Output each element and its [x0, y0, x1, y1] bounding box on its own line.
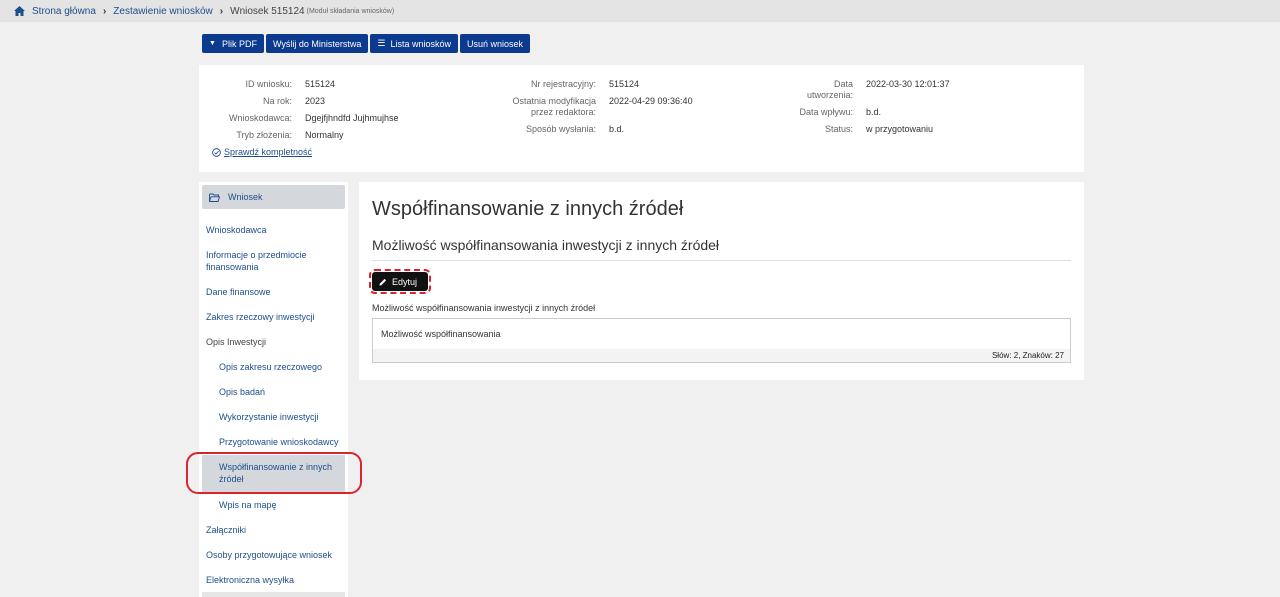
info-key: ID wniosku: [245, 79, 292, 89]
sidebar-item-applicant-preparation[interactable]: Przygotowanie wnioskodawcy [219, 436, 339, 448]
info-row-applicant: Wnioskodawca: Dgejfjhndfd Jujhmujhse [199, 113, 399, 124]
send-to-ministry-button[interactable]: Wyślij do Ministerstwa [265, 34, 369, 53]
info-key: Data utworzenia: [806, 79, 853, 100]
sidebar-item-preparers[interactable]: Osoby przygotowujące wniosek [206, 549, 332, 561]
info-key: Status: [824, 124, 853, 134]
info-value: b.d. [609, 124, 625, 134]
info-row-year: Na rok: 2023 [199, 96, 399, 107]
field-value: Możliwość współfinansowania [381, 329, 501, 339]
section-title: Możliwość współfinansowania inwestycji z… [372, 237, 720, 253]
pencil-icon [379, 278, 387, 285]
info-value: w przygotowaniu [866, 124, 934, 134]
field-label: Możliwość współfinansowania inwestycji z… [372, 303, 596, 313]
info-value: Dgejfjhndfd Jujhmujhse [305, 113, 399, 123]
breadcrumb-separator-icon: › [102, 5, 107, 17]
sidebar-nav: Wniosek Wnioskodawca Informacje o przedm… [199, 182, 348, 597]
edit-button[interactable]: Edytuj [369, 269, 431, 294]
sidebar-item-financial-data[interactable]: Dane finansowe [206, 286, 271, 298]
info-column-1: ID wniosku: 515124 Na rok: 2023 Wnioskodaw… [199, 79, 399, 147]
info-key: Ostatnia modyfikacja przez redaktora: [512, 96, 596, 117]
pdf-dropdown-button[interactable]: ▼ Plik PDF [202, 34, 264, 53]
send-button-label: Wyślij do Ministerstwa [272, 38, 362, 49]
check-completeness-link[interactable]: Sprawdź kompletność [212, 147, 312, 157]
folder-open-icon [209, 193, 220, 202]
sidebar-footer-bar [202, 592, 345, 597]
sidebar-item-investment-description[interactable]: Opis Inwestycji [206, 336, 266, 348]
section-divider [372, 260, 1071, 261]
info-row-mode: Tryb złożenia: Normalny [199, 130, 399, 141]
info-value: 2022-03-30 12:01:37 [866, 79, 950, 89]
sidebar-item-investment-usage[interactable]: Wykorzystanie inwestycji [219, 411, 318, 423]
breadcrumb-separator-icon: › [219, 5, 224, 17]
info-value: 515124 [609, 79, 640, 89]
sidebar-header-application[interactable]: Wniosek [202, 185, 345, 209]
sidebar-header-label: Wniosek [228, 192, 263, 202]
info-key: Tryb złożenia: [236, 130, 292, 140]
edit-button-label: Edytuj [392, 276, 418, 287]
word-counter: Słów: 2, Znaków: 27 [372, 349, 1071, 363]
delete-application-button[interactable]: Usuń wniosek [460, 34, 531, 53]
sidebar-item-map-entry[interactable]: Wpis na mapę [219, 499, 277, 511]
sidebar-item-scope[interactable]: Zakres rzeczowy inwestycji [206, 311, 315, 323]
cofinancing-text-field: Możliwość współfinansowania [372, 318, 1071, 350]
info-row-status: Status: w przygotowaniu [799, 124, 950, 135]
list-icon: ☰ [377, 38, 386, 48]
info-column-3: Data utworzenia: 2022-03-30 12:01:37 Data… [799, 79, 950, 141]
info-value: 2023 [305, 96, 326, 106]
info-row-id: ID wniosku: 515124 [199, 79, 399, 90]
info-row-received: Data wpływu: b.d. [799, 107, 950, 118]
sidebar-item-research-description[interactable]: Opis badań [219, 386, 265, 398]
sidebar-item-electronic-submission[interactable]: Elektroniczna wysyłka [206, 574, 294, 586]
sidebar-item-attachments[interactable]: Załączniki [206, 524, 246, 536]
info-row-created: Data utworzenia: 2022-03-30 12:01:37 [799, 79, 950, 101]
application-list-button[interactable]: ☰ Lista wniosków [370, 34, 458, 53]
info-key: Wnioskodawca: [228, 113, 292, 123]
list-button-label: Lista wniosków [390, 38, 451, 49]
sidebar-item-scope-description[interactable]: Opis zakresu rzeczowego [219, 361, 322, 373]
main-content-panel: Współfinansowanie z innych źródeł Możliw… [359, 182, 1084, 380]
info-row-last-modified: Ostatnia modyfikacja przez redaktora: 202… [511, 96, 693, 118]
pdf-button-label: Plik PDF [221, 38, 257, 49]
info-key: Na rok: [262, 96, 292, 106]
info-value: b.d. [866, 107, 882, 117]
info-key: Sposób wysłania: [525, 124, 596, 134]
info-row-send-method: Sposób wysłania: b.d. [511, 124, 693, 135]
info-value: Normalny [305, 130, 344, 140]
breadcrumb-list-link[interactable]: Zestawienie wniosków [113, 6, 213, 17]
breadcrumb: Strona główna › Zestawienie wniosków › W… [0, 0, 1280, 22]
home-icon[interactable] [14, 6, 25, 16]
action-toolbar: ▼ Plik PDF Wyślij do Ministerstwa ☰ List… [202, 34, 531, 53]
sidebar-item-financing-subject[interactable]: Informacje o przedmiocie finansowania [206, 249, 326, 273]
page-title: Współfinansowanie z innych źródeł [372, 198, 684, 220]
delete-button-label: Usuń wniosek [467, 38, 524, 49]
check-completeness-label: Sprawdź kompletność [224, 147, 313, 157]
application-info-panel: ID wniosku: 515124 Na rok: 2023 Wnioskodaw… [199, 65, 1084, 172]
info-column-2: Nr rejestracyjny: 515124 Ostatnia modyfik… [511, 79, 693, 141]
breadcrumb-module-label: (Moduł składania wniosków) [306, 7, 395, 15]
highlight-annotation [186, 452, 362, 494]
breadcrumb-home-link[interactable]: Strona główna [32, 6, 96, 17]
info-key: Nr rejestracyjny: [530, 79, 596, 89]
caret-down-icon: ▼ [209, 40, 216, 47]
check-circle-icon [212, 147, 221, 157]
info-value: 2022-04-29 09:36:40 [609, 96, 693, 106]
breadcrumb-current: Wniosek 515124 [230, 5, 305, 17]
info-row-reg-number: Nr rejestracyjny: 515124 [511, 79, 693, 90]
sidebar-item-applicant[interactable]: Wnioskodawca [206, 224, 267, 236]
info-value: 515124 [305, 79, 336, 89]
info-key: Data wpływu: [799, 107, 853, 117]
